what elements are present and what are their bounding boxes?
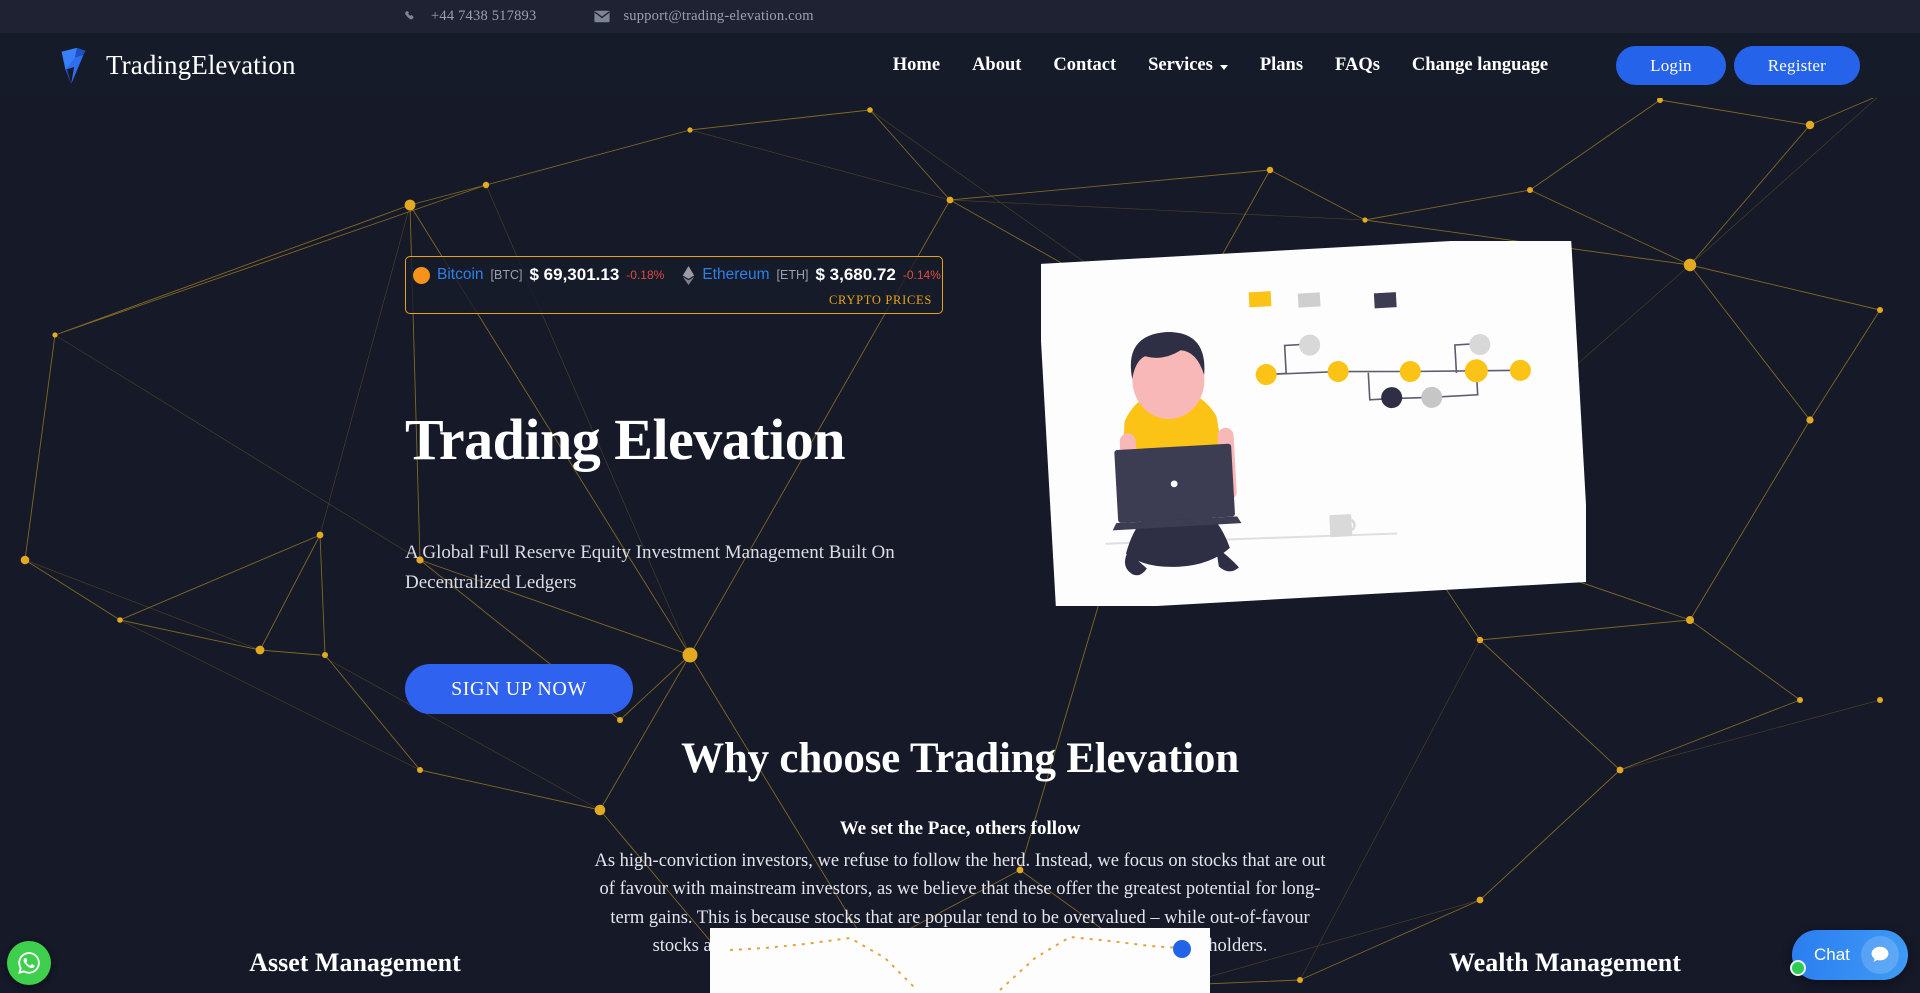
hero-section: Bitcoin [BTC] $ 69,301.13 -0.18% Ethereu…	[0, 98, 1920, 718]
ticker-item-bitcoin[interactable]: Bitcoin [BTC] $ 69,301.13 -0.18%	[413, 265, 682, 285]
ethereum-icon	[683, 265, 695, 285]
ticker-price: $ 69,301.13	[529, 265, 620, 284]
whatsapp-icon	[18, 952, 40, 974]
nav-label: Services	[1148, 55, 1213, 75]
chat-bubble-icon	[1860, 936, 1899, 974]
hero-subtitle: A Global Full Reserve Equity Investment …	[405, 542, 895, 594]
phone-number: +44 7438 517893	[431, 8, 537, 24]
nav-item-faqs[interactable]: FAQs	[1319, 55, 1396, 76]
email-contact[interactable]: support@trading-elevation.com	[594, 8, 814, 25]
ticker-change: -0.18%	[626, 268, 665, 282]
trading-elevation-logo-icon	[61, 47, 86, 84]
ticker-change: -0.14%	[902, 268, 941, 282]
chevron-down-icon	[1219, 64, 1228, 70]
nav-item-contact[interactable]: Contact	[1037, 55, 1132, 76]
service-chart-card	[710, 928, 1210, 993]
hero-title: Trading Elevation	[405, 407, 845, 472]
ticker-name: Bitcoin	[437, 266, 484, 283]
nav-label: Change language	[1411, 55, 1549, 75]
why-choose-section: Why choose Trading Elevation We set the …	[0, 718, 1920, 960]
chat-widget-button[interactable]: Chat	[1790, 930, 1908, 980]
nav-label: FAQs	[1335, 55, 1380, 75]
top-contact-bar: +44 7438 517893 support@trading-elevatio…	[0, 0, 1920, 33]
nav-item-services[interactable]: Services	[1132, 55, 1244, 76]
chat-label: Chat	[1814, 945, 1850, 964]
nav-label: Plans	[1259, 55, 1304, 75]
ticker-name: Ethereum	[702, 266, 770, 283]
nav-label: About	[972, 55, 1022, 75]
sign-up-now-button[interactable]: SIGN UP NOW	[405, 664, 633, 714]
hero-illustration	[1041, 241, 1586, 606]
ticker-row: Bitcoin [BTC] $ 69,301.13 -0.18% Ethereu…	[406, 257, 942, 293]
crypto-ticker-widget[interactable]: Bitcoin [BTC] $ 69,301.13 -0.18% Ethereu…	[405, 256, 943, 314]
ticker-item-ethereum[interactable]: Ethereum [ETH] $ 3,680.72 -0.14%	[682, 265, 942, 285]
register-button[interactable]: Register	[1733, 46, 1860, 85]
service-asset-management-label: Asset Management	[249, 948, 461, 977]
why-choose-subtitle: We set the Pace, others follow	[839, 818, 1081, 839]
ticker-price: $ 3,680.72	[815, 265, 896, 284]
phone-contact[interactable]: +44 7438 517893	[404, 8, 536, 25]
nav-item-home[interactable]: Home	[877, 55, 956, 76]
nav-item-change-language[interactable]: Change language	[1396, 55, 1564, 76]
phone-icon	[405, 10, 414, 19]
services-strip: Asset Management Wealth Management	[0, 928, 1920, 993]
nav-item-plans[interactable]: Plans	[1244, 55, 1319, 76]
brand-home-link[interactable]: TradingElevation	[58, 46, 296, 86]
bitcoin-icon	[413, 266, 430, 284]
main-navbar: TradingElevation Home About Contact Serv…	[0, 33, 1920, 98]
login-button[interactable]: Login	[1616, 46, 1726, 85]
nav-label: Home	[892, 55, 941, 75]
why-choose-title: Why choose Trading Elevation	[681, 735, 1239, 782]
dotted-line-chart	[729, 935, 1191, 991]
brand-name: TradingElevation	[106, 50, 296, 80]
chat-online-status-dot	[1790, 960, 1806, 976]
nav-label: Contact	[1053, 55, 1117, 75]
nav-item-about[interactable]: About	[956, 55, 1037, 76]
email-address: support@trading-elevation.com	[623, 8, 814, 24]
ticker-symbol: [ETH]	[776, 268, 809, 282]
ticker-symbol: [BTC]	[490, 268, 523, 282]
whatsapp-chat-button[interactable]	[7, 941, 51, 985]
ticker-footer-label: CRYPTO PRICES	[828, 293, 932, 307]
page-root: +44 7438 517893 support@trading-elevatio…	[0, 0, 1920, 993]
envelope-icon	[594, 10, 610, 23]
nav-actions: Login Register	[1616, 46, 1860, 85]
nav-links: Home About Contact Services Plans FAQs C…	[877, 55, 1564, 76]
